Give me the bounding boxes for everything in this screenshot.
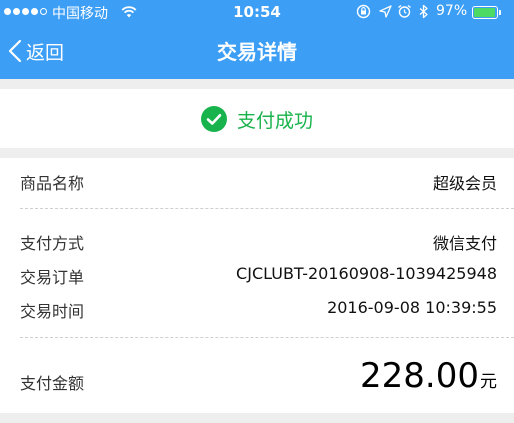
section-divider <box>0 413 514 423</box>
product-name-label: 商品名称 <box>20 174 85 193</box>
amount-label: 支付金额 <box>20 374 85 393</box>
alarm-icon <box>398 4 411 18</box>
amount-value: 228.00 元 <box>360 356 497 396</box>
orientation-lock-icon <box>356 4 371 19</box>
nav-bar: 返回 交易详情 <box>0 24 514 79</box>
trade-time-label: 交易时间 <box>20 302 85 321</box>
amount-number: 228.00 <box>360 356 479 396</box>
section-divider <box>0 148 514 158</box>
order-number-value: CJCLUBT-20160908-1039425948 <box>236 264 497 283</box>
bluetooth-icon <box>419 4 428 19</box>
dashed-divider <box>20 208 514 209</box>
order-number-label: 交易订单 <box>20 268 85 287</box>
status-bar: 中国移动 10:54 97% <box>0 0 514 24</box>
payment-method-value: 微信支付 <box>432 234 497 253</box>
battery-percent: 97% <box>436 3 468 19</box>
section-divider <box>0 79 514 89</box>
amount-unit: 元 <box>480 372 497 392</box>
dashed-divider <box>20 337 514 338</box>
payment-method-label: 支付方式 <box>20 234 85 253</box>
product-name-value: 超级会员 <box>432 174 497 193</box>
location-arrow-icon <box>379 5 392 18</box>
page-title: 交易详情 <box>217 40 297 64</box>
check-circle-icon <box>200 106 227 132</box>
payment-status-banner: 支付成功 <box>0 90 514 148</box>
battery-icon <box>472 6 502 19</box>
trade-time-value: 2016-09-08 10:39:55 <box>327 298 497 317</box>
header: 中国移动 10:54 97% 返回 交易详情 <box>0 0 514 79</box>
payment-status-text: 支付成功 <box>236 109 313 132</box>
transaction-detail-screen: 中国移动 10:54 97% 返回 交易详情 支付成功 商品名称 超级会员 支付… <box>0 0 514 423</box>
